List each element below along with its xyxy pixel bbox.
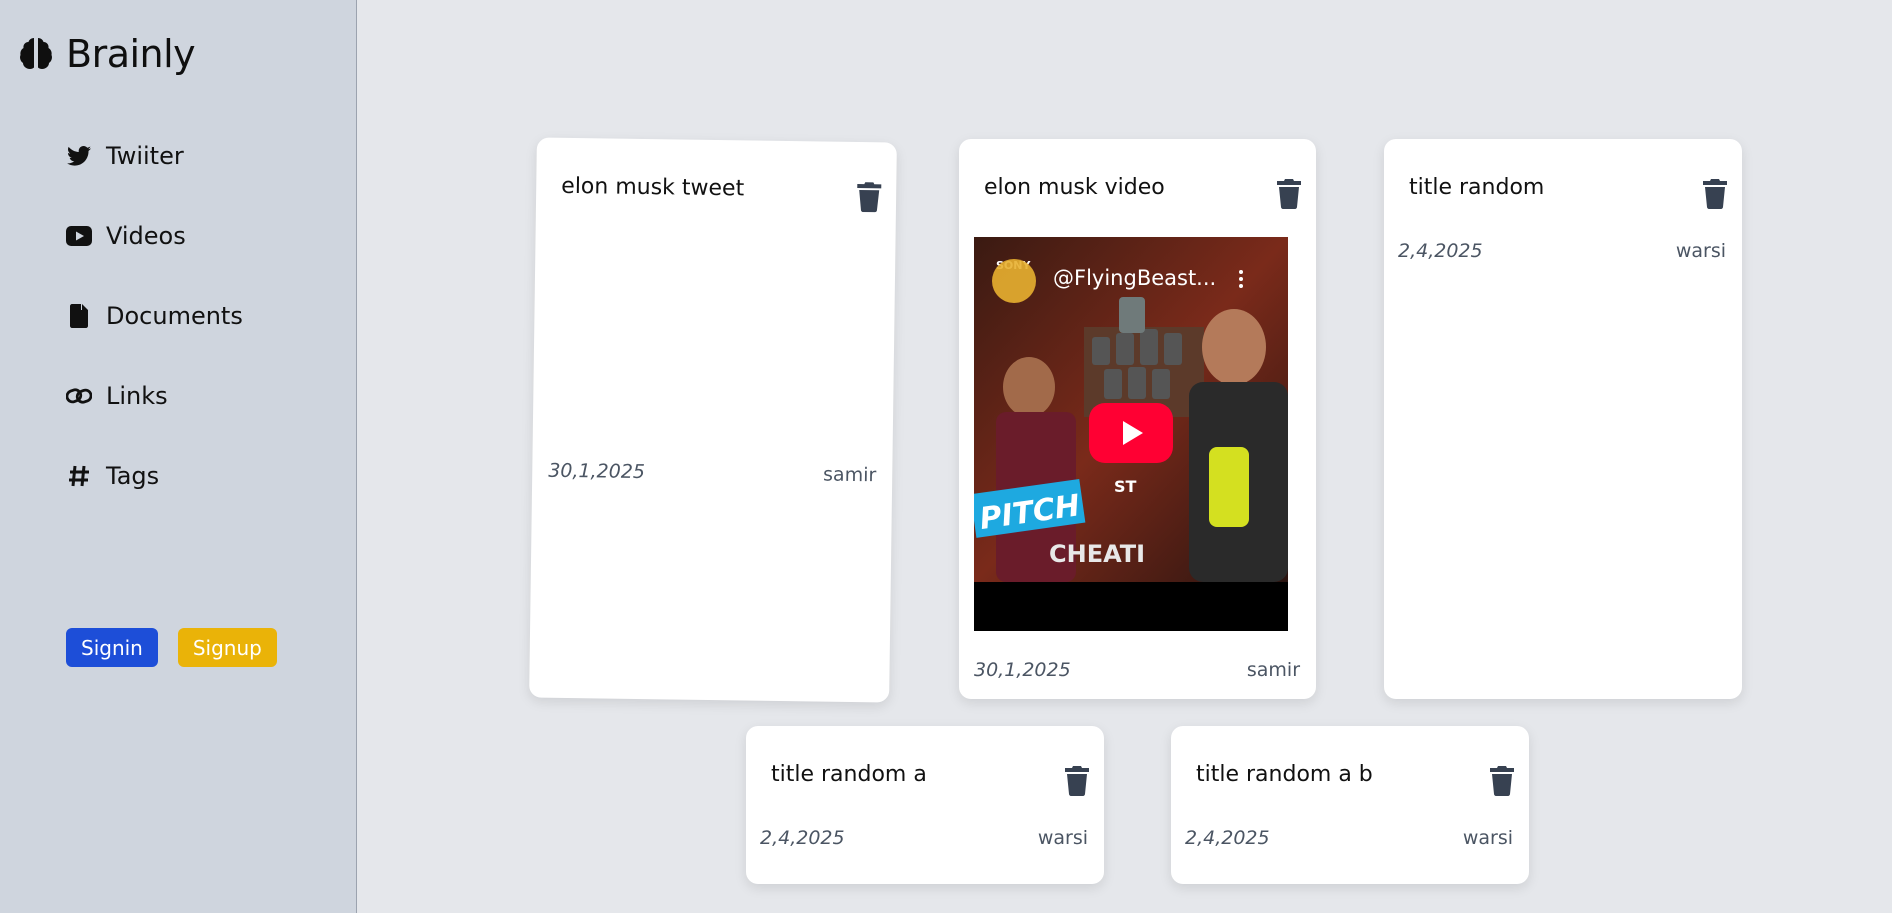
trash-icon[interactable]	[1702, 179, 1728, 209]
content-card: title random 2,4,2025 warsi	[1384, 139, 1742, 699]
content-card: elon musk video @FlyingBeast... PITCH ST…	[959, 139, 1316, 699]
sidebar-item-label: Links	[106, 382, 168, 410]
sidebar-item-label: Tags	[106, 462, 160, 490]
card-date: 2,4,2025	[760, 827, 845, 849]
trash-icon[interactable]	[1064, 766, 1090, 796]
card-date: 2,4,2025	[1185, 827, 1270, 849]
svg-text:CHEATI: CHEATI	[1049, 540, 1145, 568]
brand[interactable]: Brainly	[16, 32, 196, 76]
card-author: samir	[1246, 659, 1300, 681]
card-title: title random a b	[1196, 762, 1373, 787]
video-embed[interactable]: SONY @FlyingBeast... PITCH ST CHEATI	[974, 237, 1288, 631]
card-title: title random a	[771, 762, 927, 787]
youtube-icon	[66, 223, 92, 249]
card-date: 30,1,2025	[548, 459, 646, 484]
sidebar-item-videos[interactable]: Videos	[66, 216, 243, 256]
card-title: title random	[1409, 175, 1545, 200]
content-card: title random a b 2,4,2025 warsi	[1171, 726, 1529, 884]
link-icon	[66, 383, 92, 409]
content-card: elon musk tweet 30,1,2025 samir	[529, 137, 897, 703]
trash-icon[interactable]	[856, 182, 882, 213]
card-date: 2,4,2025	[1398, 240, 1483, 262]
card-author: warsi	[1462, 827, 1513, 849]
video-channel: @FlyingBeast...	[1053, 266, 1216, 290]
sidebar-item-twitter[interactable]: Twiiter	[66, 136, 243, 176]
brand-name: Brainly	[66, 32, 196, 76]
card-author: warsi	[1037, 827, 1088, 849]
sidebar-item-documents[interactable]: Documents	[66, 296, 243, 336]
trash-icon[interactable]	[1489, 766, 1515, 796]
svg-text:ST: ST	[1114, 477, 1137, 496]
sidebar: Brainly Twiiter Videos Documents Links T…	[0, 0, 357, 913]
sidebar-item-label: Twiiter	[106, 142, 184, 170]
brain-icon	[20, 38, 52, 69]
signup-button[interactable]: Signup	[177, 628, 277, 667]
content-card: title random a 2,4,2025 warsi	[746, 726, 1104, 884]
auth-buttons: Signin Signup	[66, 628, 277, 667]
card-title: elon musk tweet	[561, 173, 745, 202]
sidebar-item-label: Videos	[106, 222, 186, 250]
hash-icon	[66, 463, 92, 489]
card-author: samir	[822, 463, 877, 487]
card-title: elon musk video	[984, 175, 1165, 200]
document-icon	[66, 303, 92, 329]
sidebar-nav: Twiiter Videos Documents Links Tags	[66, 136, 243, 536]
card-date: 30,1,2025	[974, 659, 1071, 681]
twitter-icon	[66, 143, 92, 169]
sidebar-item-tags[interactable]: Tags	[66, 456, 243, 496]
sidebar-item-links[interactable]: Links	[66, 376, 243, 416]
card-author: warsi	[1675, 240, 1726, 262]
play-icon[interactable]	[1089, 403, 1173, 463]
trash-icon[interactable]	[1276, 179, 1302, 209]
signin-button[interactable]: Signin	[66, 628, 158, 667]
sidebar-item-label: Documents	[106, 302, 243, 330]
